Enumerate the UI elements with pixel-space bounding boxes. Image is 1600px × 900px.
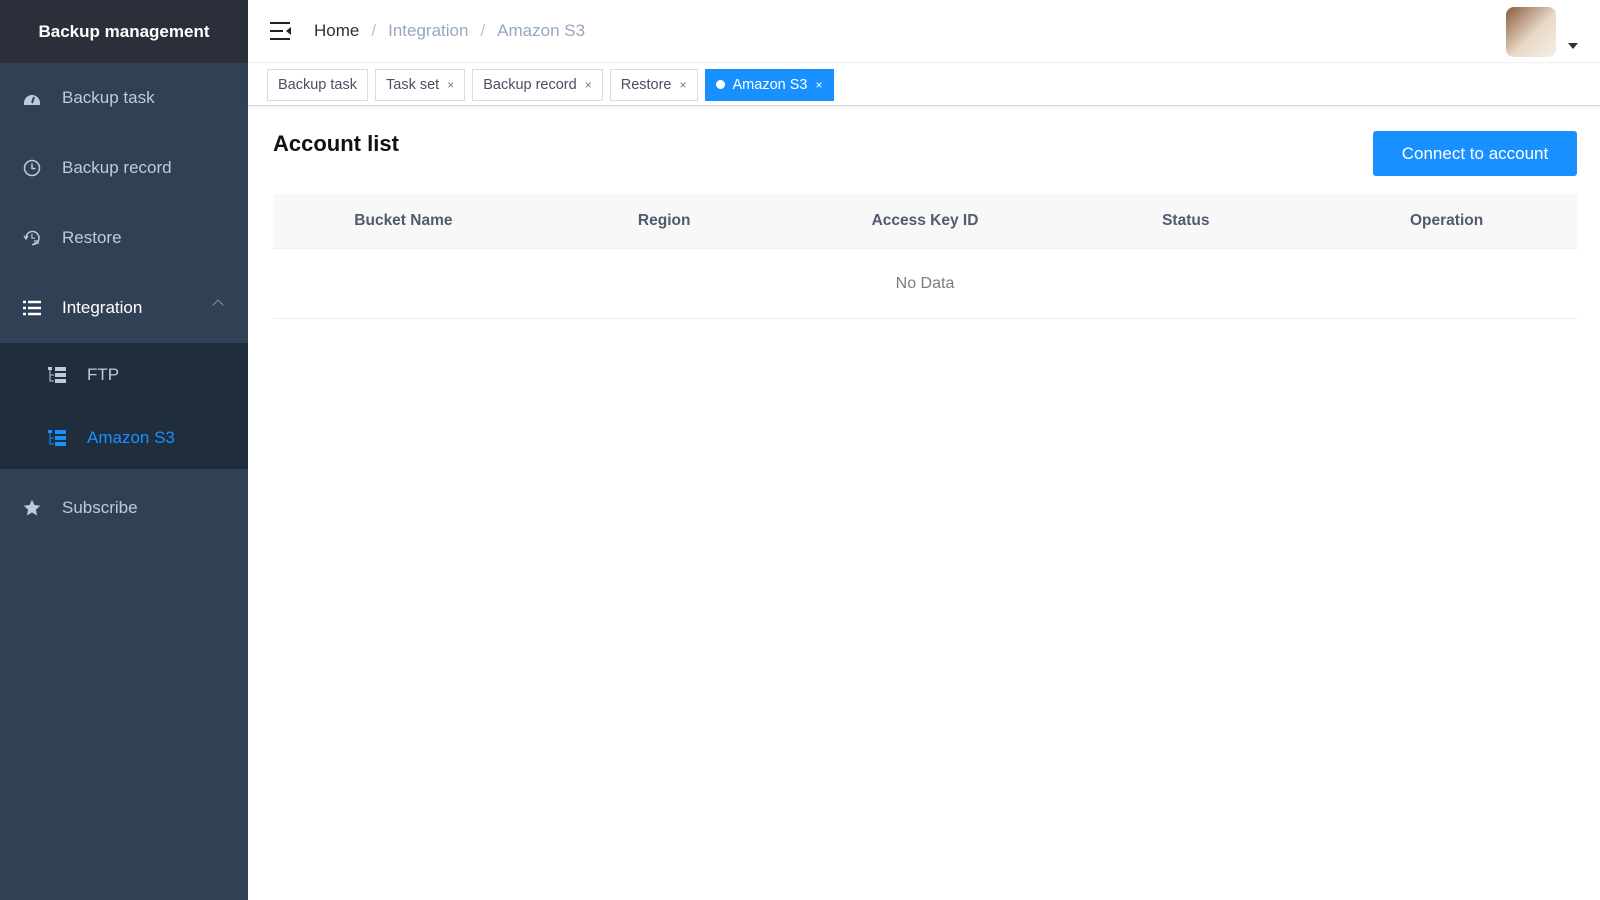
sidebar-item-subscribe[interactable]: Subscribe xyxy=(0,469,248,547)
sidebar-item-amazon-s3[interactable]: Amazon S3 xyxy=(0,406,248,469)
star-icon xyxy=(22,498,42,518)
sidebar-item-backup-task[interactable]: Backup task xyxy=(0,63,248,133)
sidebar-item-label: Amazon S3 xyxy=(87,427,175,447)
sidebar-item-label: Backup record xyxy=(62,158,172,177)
breadcrumb: Home / Integration / Amazon S3 xyxy=(314,21,585,41)
tag-task-set[interactable]: Task set × xyxy=(375,68,466,101)
connect-account-button[interactable]: Connect to account xyxy=(1373,131,1577,176)
column-header: Region xyxy=(637,212,691,229)
sidebar: Backup management Backup task Backup rec… xyxy=(0,0,248,900)
dashboard-icon xyxy=(22,88,42,108)
tag-amazon-s3[interactable]: Amazon S3 × xyxy=(704,68,834,101)
breadcrumb-separator: / xyxy=(371,21,377,40)
table-header: Bucket Name Region Access Key ID Status … xyxy=(273,194,1577,249)
breadcrumb-home[interactable]: Home xyxy=(314,21,359,41)
tag-label: Amazon S3 xyxy=(732,76,808,93)
tag-label: Backup task xyxy=(278,76,357,93)
sidebar-item-ftp[interactable]: FTP xyxy=(0,343,248,406)
clock-icon xyxy=(22,158,42,178)
breadcrumb-integration: Integration xyxy=(388,21,469,40)
sidebar-item-label: Backup task xyxy=(62,88,155,107)
avatar[interactable] xyxy=(1506,7,1556,57)
tag-backup-record[interactable]: Backup record × xyxy=(472,68,603,101)
close-icon[interactable]: × xyxy=(585,78,592,92)
active-dot-icon xyxy=(715,80,725,89)
tree-table-icon xyxy=(47,428,67,448)
close-icon[interactable]: × xyxy=(680,78,687,92)
tag-backup-task[interactable]: Backup task xyxy=(267,68,368,101)
empty-state: No Data xyxy=(273,249,1577,319)
tag-label: Restore xyxy=(620,76,672,93)
breadcrumb-separator: / xyxy=(480,21,486,40)
navbar: Home / Integration / Amazon S3 xyxy=(248,0,1600,63)
list-icon xyxy=(22,298,42,318)
app-title: Backup management xyxy=(0,0,248,63)
sidebar-item-label: Subscribe xyxy=(62,498,138,517)
tag-label: Task set xyxy=(386,76,440,93)
tags-view: Backup task Task set × Backup record × Res… xyxy=(248,64,1600,106)
sidebar-item-label: Restore xyxy=(62,228,122,247)
chevron-up-icon xyxy=(212,299,224,311)
column-header: Status xyxy=(1162,212,1210,229)
page-title: Account list xyxy=(273,131,399,156)
sidebar-item-integration[interactable]: Integration xyxy=(0,273,248,343)
close-icon[interactable]: × xyxy=(815,78,822,92)
hamburger-icon[interactable] xyxy=(270,21,292,41)
tag-restore[interactable]: Restore × xyxy=(609,68,698,101)
column-header: Access Key ID xyxy=(871,212,979,229)
tree-table-icon xyxy=(47,365,67,385)
tag-label: Backup record xyxy=(483,76,577,93)
column-header: Operation xyxy=(1409,212,1484,229)
account-table: Bucket Name Region Access Key ID Status … xyxy=(273,194,1577,319)
breadcrumb-amazon-s3: Amazon S3 xyxy=(497,21,586,40)
integration-submenu: FTP Amazon S3 xyxy=(0,343,248,469)
history-icon xyxy=(22,228,42,248)
column-header: Bucket Name xyxy=(354,212,453,229)
sidebar-item-label: Integration xyxy=(62,298,143,317)
sidebar-item-restore[interactable]: Restore xyxy=(0,203,248,273)
close-icon[interactable]: × xyxy=(447,78,454,92)
sidebar-item-label: FTP xyxy=(87,364,120,384)
sidebar-item-backup-record[interactable]: Backup record xyxy=(0,133,248,203)
caret-down-icon[interactable] xyxy=(1568,43,1578,54)
